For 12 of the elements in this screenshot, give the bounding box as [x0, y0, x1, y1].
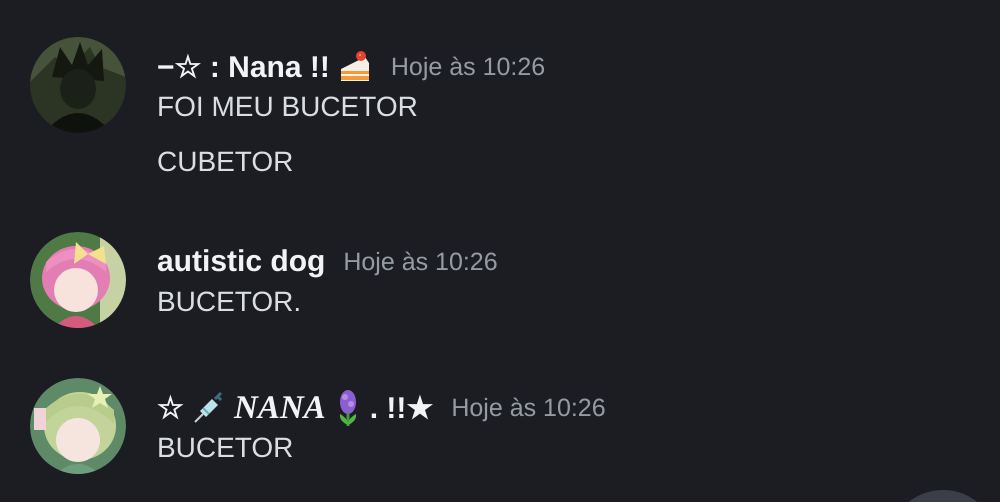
author-name[interactable]: autistic dog: [157, 245, 326, 279]
timestamp: Hoje às 10:26: [390, 52, 546, 82]
message-text: FOI MEU BUCETOR: [157, 90, 419, 124]
message-text: CUBETOR: [157, 145, 294, 179]
message-text: BUCETOR: [157, 431, 294, 465]
message-text: BUCETOR.: [157, 285, 302, 319]
author-name[interactable]: NANA: [234, 390, 326, 426]
timestamp: Hoje às 10:26: [451, 394, 606, 422]
author-name[interactable]: . !!★: [370, 390, 434, 426]
author-name[interactable]: −☆ : Nana !!: [157, 49, 330, 85]
timestamp: Hoje às 10:26: [343, 248, 498, 276]
author-name[interactable]: ☆: [157, 390, 184, 426]
